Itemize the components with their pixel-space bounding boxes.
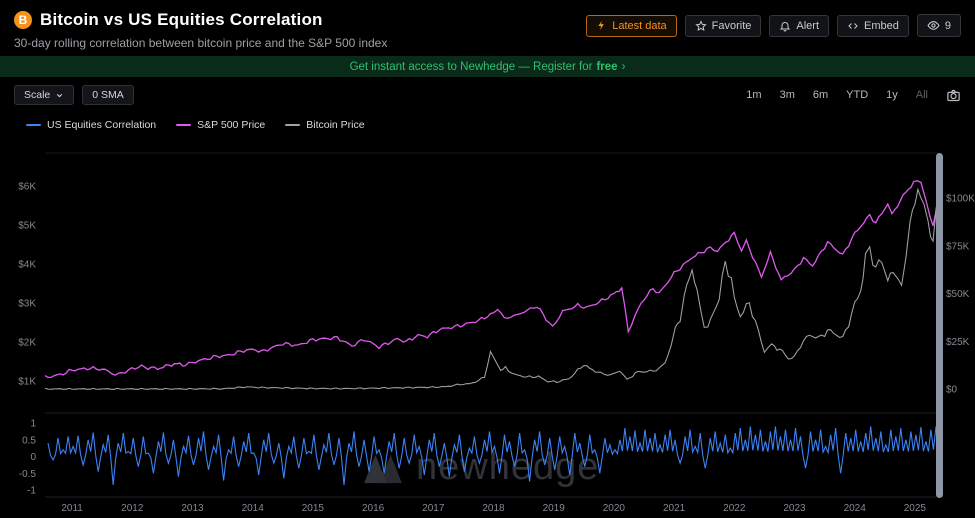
x-axis-tick: 2023 [783,503,806,514]
x-axis-tick: 2024 [844,503,867,514]
legend-swatch-sp500 [176,124,191,126]
legend-label-bitcoin: Bitcoin Price [306,119,364,131]
correlation-axis-tick: 0.5 [22,435,36,446]
range-button-ytd[interactable]: YTD [846,89,868,101]
embed-label: Embed [864,20,899,32]
alert-label: Alert [796,20,819,32]
x-axis-tick: 2022 [723,503,746,514]
views-button[interactable]: 9 [917,14,961,37]
x-axis-tick: 2025 [904,503,927,514]
chart-range-scrollbar[interactable] [936,153,943,498]
legend-item-correlation[interactable]: US Equities Correlation [26,119,156,131]
register-banner[interactable]: Get instant access to Newhedge — Registe… [0,56,975,77]
left-axis-tick: $2K [18,338,36,349]
eye-icon [927,19,940,32]
range-button-1m[interactable]: 1m [746,89,761,101]
favorite-label: Favorite [712,20,752,32]
right-axis-tick: $100K [946,194,975,205]
legend-swatch-bitcoin [285,124,300,126]
chart-canvas[interactable]: $1K $2K $3K $4K $5K $6K $0 $25K $50K $75K $100K 1 0.… [0,150,975,518]
views-count: 9 [945,20,951,32]
correlation-line [48,426,939,485]
left-axis-tick: $1K [18,377,36,388]
x-axis-tick: 2019 [543,503,566,514]
embed-button[interactable]: Embed [837,15,909,37]
x-axis-tick: 2016 [362,503,385,514]
right-axis-tick: $50K [946,289,970,300]
right-axis-tick: $25K [946,337,970,348]
chevron-down-icon [55,91,64,100]
left-axis-tick: $3K [18,299,36,310]
star-icon [695,20,707,32]
page-subtitle: 30-day rolling correlation between bitco… [14,36,387,50]
screenshot-button[interactable] [946,88,961,103]
legend-item-sp500[interactable]: S&P 500 Price [176,119,265,131]
sma-button[interactable]: 0 SMA [82,85,134,105]
bell-icon [779,20,791,32]
header: B Bitcoin vs US Equities Correlation 30-… [0,0,975,56]
code-icon [847,20,859,32]
bitcoin-price-line [45,178,939,390]
sma-label: 0 SMA [92,89,124,101]
latest-data-button[interactable]: Latest data [586,15,676,37]
range-button-1y[interactable]: 1y [886,89,898,101]
banner-text: Get instant access to Newhedge — Registe… [350,61,593,73]
page-title: Bitcoin vs US Equities Correlation [40,10,323,30]
correlation-axis-tick: -0.5 [19,469,37,480]
scale-button[interactable]: Scale [14,85,74,105]
x-axis-tick: 2015 [302,503,325,514]
range-button-all[interactable]: All [916,89,928,101]
range-selector: 1m 3m 6m YTD 1y All [746,88,961,103]
correlation-axis-tick: 0 [30,452,36,463]
x-axis-tick: 2013 [181,503,204,514]
legend-item-bitcoin[interactable]: Bitcoin Price [285,119,364,131]
x-axis-tick: 2012 [121,503,144,514]
chart-toolbar: Scale 0 SMA 1m 3m 6m YTD 1y All [0,77,975,113]
toolbar-left: Scale 0 SMA [14,85,134,105]
x-axis-tick: 2011 [61,503,83,514]
legend-swatch-correlation [26,124,41,126]
x-axis-tick: 2017 [422,503,445,514]
chart-area: newhedge $1K$2K$3K$4K$5K$6K$0$25K$50K$75… [0,150,975,518]
camera-icon [946,88,961,103]
left-axis-tick: $5K [18,221,36,232]
range-button-6m[interactable]: 6m [813,89,828,101]
sp500-price-line [45,181,939,378]
banner-arrow-icon: › [622,61,626,73]
alert-button[interactable]: Alert [769,15,829,37]
correlation-axis-tick: -1 [27,486,36,497]
left-axis-tick: $4K [18,260,36,271]
bolt-icon [596,20,607,31]
range-button-3m[interactable]: 3m [780,89,795,101]
banner-bold: free [596,61,617,73]
favorite-button[interactable]: Favorite [685,15,762,37]
right-axis-tick: $75K [946,241,970,252]
scale-label: Scale [24,89,50,101]
latest-data-label: Latest data [612,20,666,32]
page: { "header": { "bitcoin_symbol": "B", "ti… [0,0,975,518]
bitcoin-icon: B [14,11,32,29]
legend-label-correlation: US Equities Correlation [47,119,156,131]
x-axis-tick: 2018 [482,503,505,514]
right-axis-tick: $0 [946,385,958,396]
x-axis-tick: 2021 [663,503,686,514]
header-actions: Latest data Favorite Alert Embed 9 [586,14,961,37]
x-axis-tick: 2020 [603,503,626,514]
x-axis-tick: 2014 [242,503,265,514]
chart-legend: US Equities Correlation S&P 500 Price Bi… [0,113,975,131]
legend-label-sp500: S&P 500 Price [197,119,265,131]
left-axis-tick: $6K [18,182,36,193]
correlation-axis-tick: 1 [30,419,36,430]
title-row: B Bitcoin vs US Equities Correlation [14,10,387,30]
title-block: B Bitcoin vs US Equities Correlation 30-… [14,10,387,50]
